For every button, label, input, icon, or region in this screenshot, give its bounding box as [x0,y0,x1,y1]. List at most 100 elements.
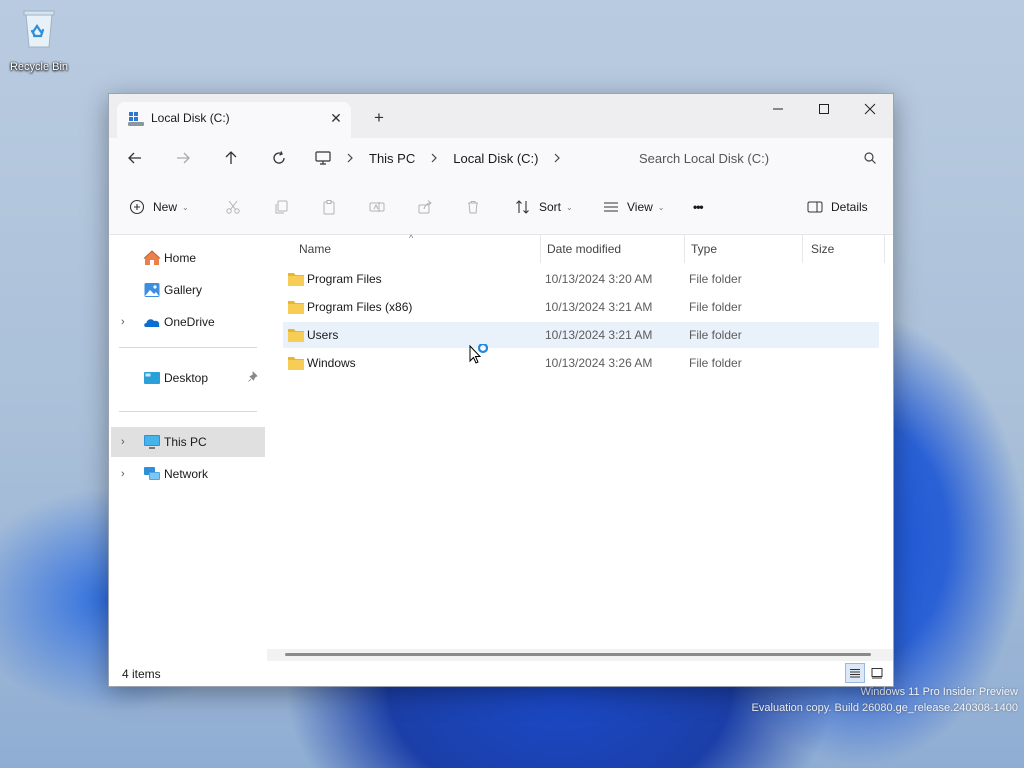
column-header-size[interactable]: Size [803,235,885,263]
details-pane-button[interactable]: Details [807,196,868,218]
tab-close-button[interactable]: ✕ [323,106,349,130]
sort-button[interactable]: Sort ⌄ [515,196,573,218]
file-type: File folder [689,300,742,314]
minimize-button[interactable] [755,94,801,124]
tab-local-disk[interactable]: Local Disk (C:) ✕ [117,102,351,138]
home-icon [143,250,161,265]
gallery-icon [144,283,160,297]
busy-cursor-icon [469,344,488,364]
scrollbar-thumb[interactable] [285,653,871,656]
forward-button[interactable] [169,146,197,170]
desktop-folder-icon [144,372,160,384]
view-button[interactable]: View ⌄ [603,196,665,218]
view-list-icon [604,202,618,212]
breadcrumb-local-disk[interactable]: Local Disk (C:) [447,151,544,166]
chevron-right-icon[interactable] [337,151,363,165]
recycle-bin-desktop-icon[interactable]: Recycle Bin [4,8,74,73]
sidebar-item-desktop[interactable]: Desktop [111,363,265,393]
this-pc-icon [144,435,160,449]
folder-icon [288,301,304,314]
column-header-name[interactable]: Name [291,235,541,263]
details-view-button[interactable] [845,663,865,683]
sidebar-item-label: OneDrive [164,315,215,329]
share-icon [418,200,432,214]
plus-circle-icon [129,199,145,215]
tiles-view-button[interactable] [867,663,887,683]
sidebar-item-this-pc[interactable]: › This PC [111,427,265,457]
chevron-right-icon[interactable] [421,151,447,165]
horizontal-scrollbar[interactable] [267,649,893,661]
back-button[interactable] [121,146,149,170]
file-date: 10/13/2024 3:20 AM [545,272,653,286]
recycle-bin-label: Recycle Bin [9,61,69,73]
file-list: ^ Name Date modified Type Size Program F… [267,233,893,649]
new-tab-button[interactable]: + [367,106,391,130]
close-window-button[interactable] [847,94,893,124]
sidebar-item-label: Gallery [164,283,203,297]
network-icon [144,467,160,480]
search-input[interactable]: Search Local Disk (C:) [629,142,885,174]
arrow-left-icon [128,152,141,164]
file-type: File folder [689,356,742,370]
chevron-right-icon[interactable]: › [121,436,131,448]
table-row[interactable]: Program Files 10/13/2024 3:20 AM File fo… [283,266,879,292]
refresh-button[interactable] [265,146,293,170]
monitor-icon [315,151,331,165]
drive-icon [128,112,144,126]
scissors-icon [226,200,240,214]
maximize-icon [819,104,829,114]
tab-title: Local Disk (C:) [151,111,230,125]
pin-icon[interactable] [247,371,259,383]
paste-button[interactable] [321,196,345,218]
item-count: 4 items [122,667,161,681]
watermark-build: Evaluation copy. Build 26080.ge_release.… [751,702,1018,714]
file-explorer-window: Local Disk (C:) ✕ + This PC Local Disk (… [108,93,894,687]
search-placeholder: Search Local Disk (C:) [639,151,770,166]
column-header-type[interactable]: Type [683,235,803,263]
view-label: View [627,200,653,214]
navigation-pane: Home Gallery › OneDrive Desktop › This P… [109,235,267,649]
maximize-button[interactable] [801,94,847,124]
chevron-right-icon[interactable] [544,151,570,165]
new-label: New [153,200,178,214]
sort-label: Sort [539,200,562,214]
cut-button[interactable] [225,196,249,218]
arrow-right-icon [177,152,190,164]
copy-icon [275,200,288,214]
file-name: Program Files (x86) [307,300,413,314]
table-row[interactable]: Program Files (x86) 10/13/2024 3:21 AM F… [283,294,879,320]
details-label: Details [831,200,868,214]
file-name: Windows [307,356,356,370]
close-icon [864,103,876,115]
up-button[interactable] [217,146,245,170]
sidebar-item-onedrive[interactable]: › OneDrive [111,307,265,337]
share-button[interactable] [417,196,441,218]
file-name: Users [307,328,339,342]
new-button[interactable]: New ⌄ [129,196,189,218]
arrow-up-icon [225,151,237,164]
sidebar-item-network[interactable]: › Network [111,459,265,489]
file-date: 10/13/2024 3:21 AM [545,300,653,314]
more-options-button[interactable]: ••• [693,196,704,218]
sidebar-item-label: Network [164,467,209,481]
breadcrumb-this-pc[interactable]: This PC [363,151,421,166]
sidebar-item-label: Home [164,251,197,265]
sidebar-item-home[interactable]: Home [111,243,265,273]
sidebar-item-gallery[interactable]: Gallery [111,275,265,305]
file-type: File folder [689,328,742,342]
breadcrumb[interactable]: This PC Local Disk (C:) [315,144,625,172]
sidebar-item-label: This PC [164,435,207,449]
recycle-bin-icon [23,10,55,48]
file-date: 10/13/2024 3:26 AM [545,356,653,370]
chevron-right-icon[interactable]: › [121,468,131,480]
table-row[interactable]: Users 10/13/2024 3:21 AM File folder [283,322,879,348]
file-date: 10/13/2024 3:21 AM [545,328,653,342]
table-row[interactable]: Windows 10/13/2024 3:26 AM File folder [283,350,879,376]
command-bar: New ⌄ Sort ⌄ View ⌄ ••• Details [109,178,893,235]
search-icon [864,152,876,164]
delete-button[interactable] [465,196,489,218]
rename-button[interactable] [369,196,393,218]
column-header-date[interactable]: Date modified [539,235,685,263]
copy-button[interactable] [273,196,297,218]
chevron-right-icon[interactable]: › [121,316,131,328]
